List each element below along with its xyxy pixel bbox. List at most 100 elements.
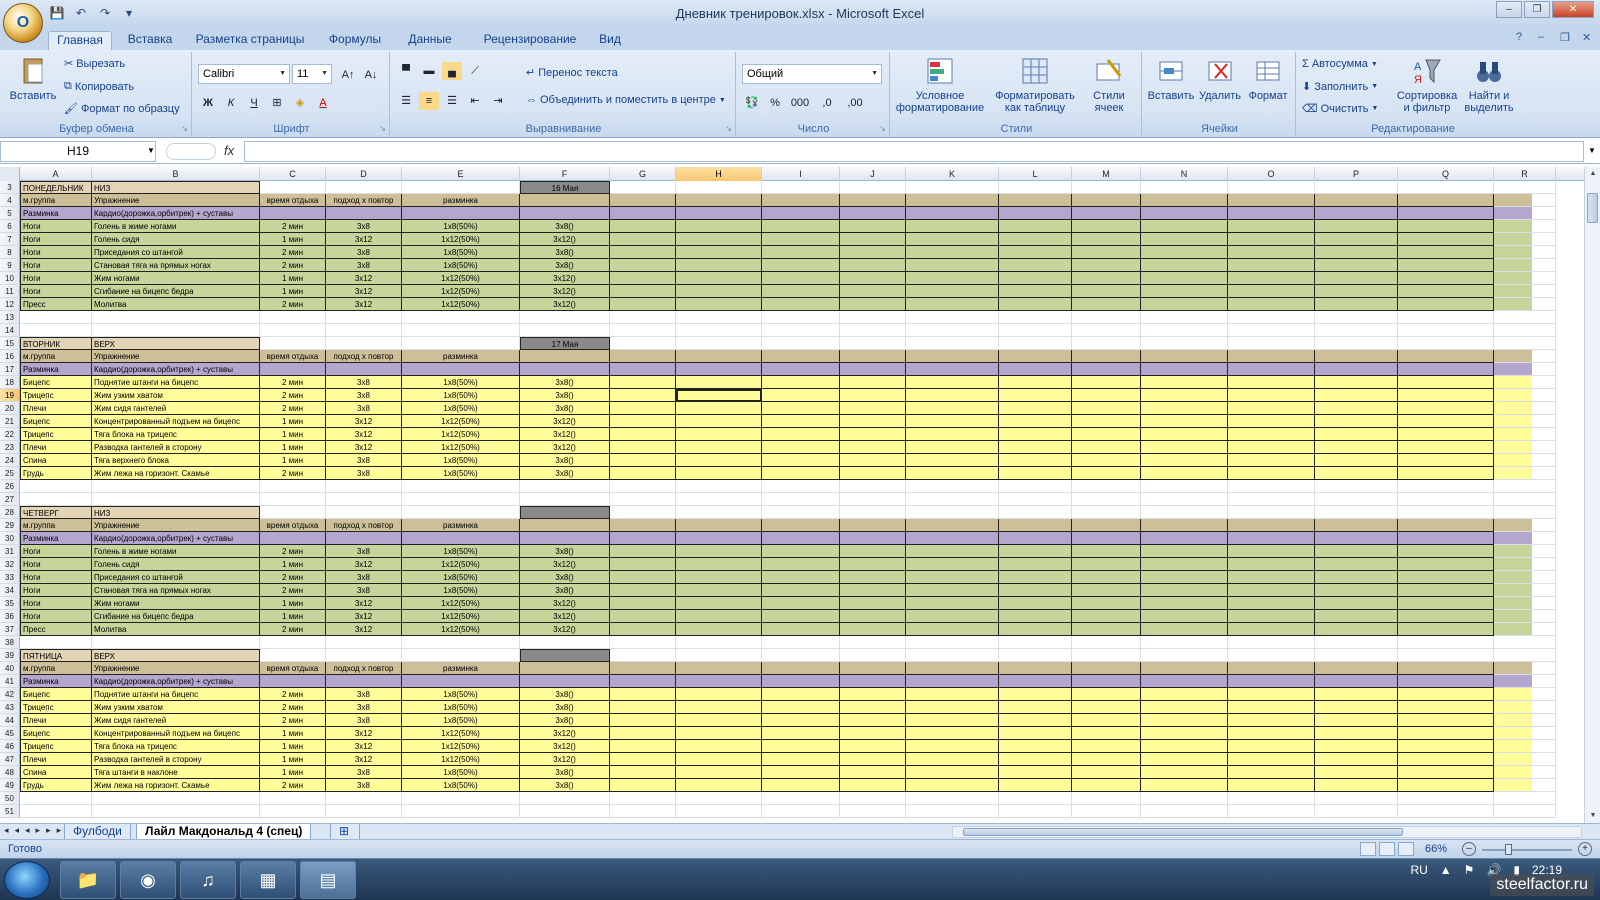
cell-b7[interactable]: Голень сидя (92, 233, 260, 246)
increase-decimal-button[interactable]: ,0 (815, 94, 839, 112)
cell-r36[interactable] (1494, 610, 1556, 623)
cell-k15[interactable] (906, 337, 999, 350)
cell-f12[interactable]: 3х12() (520, 298, 610, 311)
cell-a7[interactable]: Ноги (20, 233, 92, 246)
cell-q31[interactable] (1398, 545, 1494, 558)
cell-g42[interactable] (610, 688, 676, 701)
cell-h34[interactable] (676, 584, 762, 597)
excel-task-icon[interactable]: ▤ (300, 861, 356, 899)
cell-p37[interactable] (1315, 623, 1398, 636)
cell-j34[interactable] (840, 584, 906, 597)
cell-m47[interactable] (1072, 753, 1141, 766)
cell-d3[interactable] (326, 181, 402, 194)
cell-b41[interactable]: Кардио(дорожка,орбитрек) + суставы (92, 675, 260, 688)
cell-k26[interactable] (906, 480, 999, 493)
cell-b19[interactable]: Жим узким хватом (92, 389, 260, 402)
borders-icon[interactable]: ⊞ (267, 94, 287, 112)
cell-h25[interactable] (676, 467, 762, 480)
cell-l12[interactable] (999, 298, 1072, 311)
cell-i29[interactable] (762, 519, 840, 532)
cell-a14[interactable] (20, 324, 92, 337)
cell-g49[interactable] (610, 779, 676, 792)
cell-h29[interactable] (676, 519, 762, 532)
dialog-launcher-icon[interactable]: ↘ (181, 124, 188, 133)
cell-e26[interactable] (402, 480, 520, 493)
cell-j38[interactable] (840, 636, 906, 649)
cell-c50[interactable] (260, 792, 326, 805)
cell-j41[interactable] (840, 675, 906, 688)
cell-j30[interactable] (840, 532, 906, 545)
row-header[interactable]: 31 (0, 545, 20, 558)
column-header-g[interactable]: G (610, 167, 676, 181)
expand-formula-icon[interactable]: ▼ (1588, 146, 1596, 155)
close-button[interactable]: ✕ (1552, 1, 1594, 18)
cell-q24[interactable] (1398, 454, 1494, 467)
cell-m50[interactable] (1072, 792, 1141, 805)
format-as-table-button[interactable]: Форматировать как таблицу (990, 56, 1080, 114)
cell-j33[interactable] (840, 571, 906, 584)
cell-d11[interactable]: 3х12 (326, 285, 402, 298)
cell-i20[interactable] (762, 402, 840, 415)
cell-k20[interactable] (906, 402, 999, 415)
cell-g51[interactable] (610, 805, 676, 818)
cell-r17[interactable] (1494, 363, 1556, 376)
cell-k25[interactable] (906, 467, 999, 480)
cell-b34[interactable]: Становая тяга на прямых ногах (92, 584, 260, 597)
cell-d22[interactable]: 3х12 (326, 428, 402, 441)
row-header[interactable]: 33 (0, 571, 20, 584)
cell-i22[interactable] (762, 428, 840, 441)
cell-b29[interactable]: Упражнение (92, 519, 260, 532)
cell-c32[interactable]: 1 мин (260, 558, 326, 571)
cell-e35[interactable]: 1х12(50%) (402, 597, 520, 610)
cell-o44[interactable] (1228, 714, 1315, 727)
cell-h8[interactable] (676, 246, 762, 259)
row-header[interactable]: 11 (0, 285, 20, 298)
cell-d9[interactable]: 3х8 (326, 259, 402, 272)
cell-a50[interactable] (20, 792, 92, 805)
cell-a23[interactable]: Плечи (20, 441, 92, 454)
column-header-i[interactable]: I (762, 167, 840, 181)
cell-k18[interactable] (906, 376, 999, 389)
cell-j3[interactable] (840, 181, 906, 194)
cell-h16[interactable] (676, 350, 762, 363)
row-header[interactable]: 15 (0, 337, 20, 350)
cell-p14[interactable] (1315, 324, 1398, 337)
cell-p33[interactable] (1315, 571, 1398, 584)
cell-k9[interactable] (906, 259, 999, 272)
cell-p31[interactable] (1315, 545, 1398, 558)
cell-e50[interactable] (402, 792, 520, 805)
cell-d12[interactable]: 3х12 (326, 298, 402, 311)
cell-i4[interactable] (762, 194, 840, 207)
cell-a48[interactable]: Спина (20, 766, 92, 779)
chrome-icon[interactable]: ◉ (120, 861, 176, 899)
cell-c19[interactable]: 2 мин (260, 389, 326, 402)
cell-j8[interactable] (840, 246, 906, 259)
cell-r29[interactable] (1494, 519, 1556, 532)
cell-g14[interactable] (610, 324, 676, 337)
row-header[interactable]: 45 (0, 727, 20, 740)
cell-a24[interactable]: Спина (20, 454, 92, 467)
cell-n13[interactable] (1141, 311, 1228, 324)
cell-f51[interactable] (520, 805, 610, 818)
cell-a26[interactable] (20, 480, 92, 493)
cell-n3[interactable] (1141, 181, 1228, 194)
cell-n41[interactable] (1141, 675, 1228, 688)
show-hidden-icon[interactable]: ▲ (1440, 863, 1452, 877)
cell-g5[interactable] (610, 207, 676, 220)
cell-k41[interactable] (906, 675, 999, 688)
cell-d27[interactable] (326, 493, 402, 506)
cell-e42[interactable]: 1х8(50%) (402, 688, 520, 701)
cell-i18[interactable] (762, 376, 840, 389)
cell-r27[interactable] (1494, 493, 1556, 506)
cell-r16[interactable] (1494, 350, 1556, 363)
cell-c45[interactable]: 1 мин (260, 727, 326, 740)
cell-a38[interactable] (20, 636, 92, 649)
cell-a6[interactable]: Ноги (20, 220, 92, 233)
cell-i27[interactable] (762, 493, 840, 506)
cell-k33[interactable] (906, 571, 999, 584)
cell-f17[interactable] (520, 363, 610, 376)
cell-c13[interactable] (260, 311, 326, 324)
cell-p5[interactable] (1315, 207, 1398, 220)
cell-m40[interactable] (1072, 662, 1141, 675)
cell-p41[interactable] (1315, 675, 1398, 688)
